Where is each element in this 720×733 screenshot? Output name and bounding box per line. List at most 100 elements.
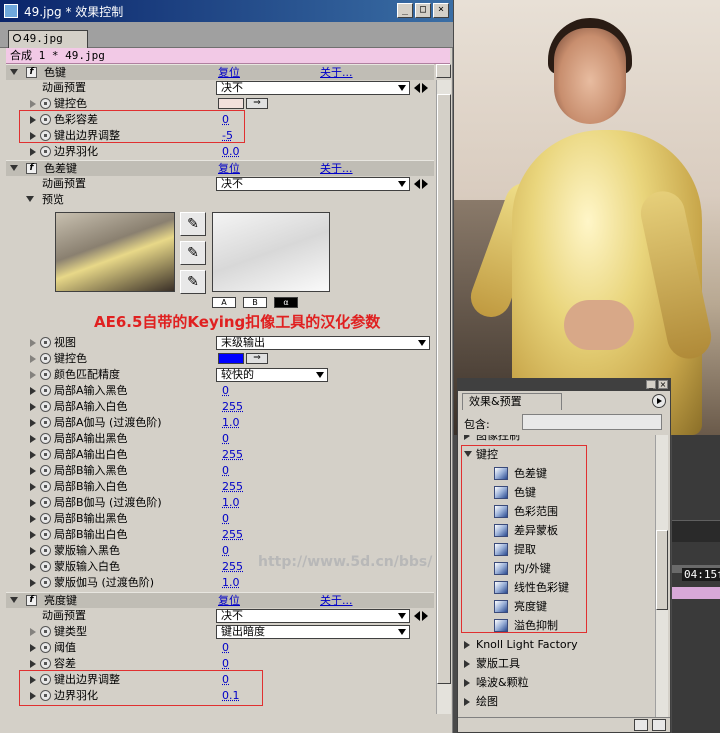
- eyedropper-icon[interactable]: ✎: [180, 212, 206, 236]
- expand-triangle-icon[interactable]: [30, 660, 36, 668]
- stopwatch-icon[interactable]: [40, 369, 51, 380]
- palette-menu-icon[interactable]: [652, 394, 666, 408]
- stopwatch-icon[interactable]: [40, 513, 51, 524]
- edge-feather-value[interactable]: 0.0: [222, 144, 240, 160]
- panel-menu-button[interactable]: [436, 64, 451, 78]
- expand-triangle-icon[interactable]: [464, 679, 470, 687]
- eyedropper-plus-icon[interactable]: ✎: [180, 241, 206, 265]
- stopwatch-icon[interactable]: [40, 353, 51, 364]
- expand-triangle-icon[interactable]: [30, 451, 36, 459]
- reset-link[interactable]: 复位: [218, 593, 240, 609]
- expand-triangle-icon[interactable]: [30, 467, 36, 475]
- stopwatch-icon[interactable]: [40, 545, 51, 556]
- scrollbar-thumb[interactable]: [656, 530, 668, 610]
- stopwatch-icon[interactable]: [40, 658, 51, 669]
- expand-triangle-icon[interactable]: [30, 579, 36, 587]
- expand-triangle-icon[interactable]: [30, 148, 36, 156]
- preset-nav-arrows[interactable]: [414, 82, 434, 94]
- expand-triangle-icon[interactable]: [30, 100, 36, 108]
- expand-triangle-icon[interactable]: [30, 644, 36, 652]
- stopwatch-icon[interactable]: [40, 98, 51, 109]
- tab-49jpg[interactable]: 49.jpg: [8, 30, 88, 48]
- fx-switch-icon[interactable]: f: [26, 163, 37, 174]
- param-value[interactable]: 255: [222, 399, 243, 415]
- tree-folder[interactable]: 蒙版工具: [460, 654, 654, 673]
- reset-link[interactable]: 复位: [218, 161, 240, 177]
- preset-nav-arrows[interactable]: [414, 610, 434, 622]
- expand-triangle-icon[interactable]: [464, 435, 470, 440]
- stopwatch-icon[interactable]: [40, 561, 51, 572]
- expand-triangle-icon[interactable]: [30, 355, 36, 363]
- view-b-button[interactable]: B: [243, 297, 267, 308]
- param-value[interactable]: 1.0: [222, 415, 240, 431]
- stopwatch-icon[interactable]: [40, 465, 51, 476]
- param-value[interactable]: 255: [222, 447, 243, 463]
- palette-close-button[interactable]: ×: [658, 380, 668, 389]
- anim-preset-dropdown[interactable]: 决不: [216, 81, 410, 95]
- param-value[interactable]: 0: [222, 463, 229, 479]
- expand-triangle-icon[interactable]: [30, 371, 36, 379]
- stopwatch-icon[interactable]: [40, 449, 51, 460]
- expand-triangle-icon[interactable]: [30, 563, 36, 571]
- new-folder-icon[interactable]: [634, 719, 648, 731]
- stopwatch-icon[interactable]: [40, 417, 51, 428]
- param-value[interactable]: 255: [222, 479, 243, 495]
- delete-icon[interactable]: [652, 719, 666, 731]
- stopwatch-icon[interactable]: [40, 433, 51, 444]
- expand-triangle-icon[interactable]: [30, 419, 36, 427]
- expand-triangle-icon[interactable]: [464, 660, 470, 668]
- scrollbar-thumb[interactable]: [437, 94, 451, 684]
- expand-triangle-icon[interactable]: [464, 698, 470, 706]
- stopwatch-icon[interactable]: [40, 337, 51, 348]
- anim-preset-dropdown[interactable]: 决不: [216, 609, 410, 623]
- about-link[interactable]: 关于...: [320, 65, 353, 81]
- stopwatch-icon[interactable]: [40, 481, 51, 492]
- expand-triangle-icon[interactable]: [30, 387, 36, 395]
- collapse-triangle-icon[interactable]: [10, 69, 18, 75]
- stopwatch-icon[interactable]: [40, 385, 51, 396]
- tree-folder-cut[interactable]: 图像控制: [460, 435, 654, 445]
- composition-viewer[interactable]: [454, 0, 720, 435]
- expand-triangle-icon[interactable]: [30, 531, 36, 539]
- about-link[interactable]: 关于...: [320, 161, 353, 177]
- minimize-button[interactable]: _: [397, 3, 413, 18]
- expand-triangle-icon[interactable]: [30, 547, 36, 555]
- maximize-button[interactable]: □: [415, 3, 431, 18]
- param-value[interactable]: 0: [222, 511, 229, 527]
- stopwatch-icon[interactable]: [40, 577, 51, 588]
- eyedropper-icon[interactable]: ⇒: [246, 98, 268, 109]
- key-type-dropdown[interactable]: 键出暗度: [216, 625, 410, 639]
- threshold-value[interactable]: 0: [222, 640, 229, 656]
- expand-triangle-icon[interactable]: [30, 435, 36, 443]
- param-value[interactable]: 1.0: [222, 495, 240, 511]
- palette-titlebar[interactable]: _ ×: [458, 379, 670, 391]
- expand-triangle-icon[interactable]: [30, 339, 36, 347]
- param-value[interactable]: 0: [222, 543, 229, 559]
- anim-preset-dropdown[interactable]: 决不: [216, 177, 410, 191]
- view-alpha-button[interactable]: α: [274, 297, 298, 308]
- tree-folder[interactable]: Knoll Light Factory: [460, 635, 654, 654]
- stopwatch-icon[interactable]: [40, 497, 51, 508]
- effect-luma-key-header[interactable]: f 亮度键 复位 关于...: [6, 592, 434, 608]
- eyedropper-icon[interactable]: ⇒: [246, 353, 268, 364]
- expand-triangle-icon[interactable]: [30, 628, 36, 636]
- preset-nav-arrows[interactable]: [414, 178, 434, 190]
- effect-color-diff-key-header[interactable]: f 色差键 复位 关于...: [6, 160, 434, 176]
- tree-folder[interactable]: 绘图: [460, 692, 654, 711]
- collapse-triangle-icon[interactable]: [10, 165, 18, 171]
- expand-triangle-icon[interactable]: [30, 403, 36, 411]
- fx-switch-icon[interactable]: f: [26, 67, 37, 78]
- tab-effects-presets[interactable]: 效果&预置: [462, 393, 562, 410]
- reset-link[interactable]: 复位: [218, 65, 240, 81]
- stopwatch-icon[interactable]: [40, 642, 51, 653]
- collapse-triangle-icon[interactable]: [26, 196, 34, 202]
- param-value[interactable]: 255: [222, 527, 243, 543]
- expand-triangle-icon[interactable]: [464, 641, 470, 649]
- param-value[interactable]: 1.0: [222, 575, 240, 591]
- stopwatch-icon[interactable]: [40, 529, 51, 540]
- effect-color-key-header[interactable]: f 色键 复位 关于...: [6, 64, 434, 80]
- collapse-triangle-icon[interactable]: [10, 597, 18, 603]
- fx-switch-icon[interactable]: f: [26, 595, 37, 606]
- stopwatch-icon[interactable]: [40, 401, 51, 412]
- palette-minimize-button[interactable]: _: [646, 380, 656, 389]
